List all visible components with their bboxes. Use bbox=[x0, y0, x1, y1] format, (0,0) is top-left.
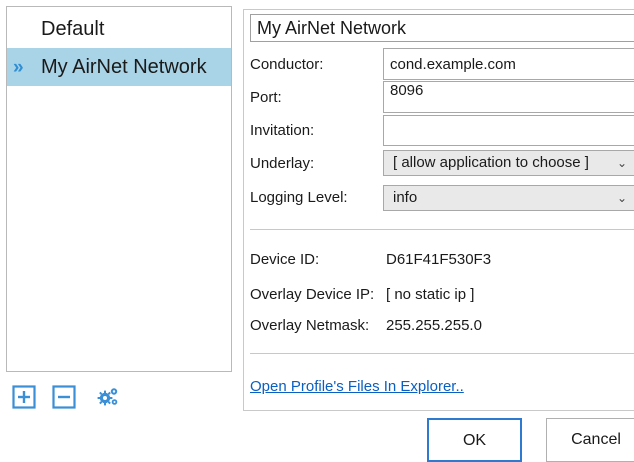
section-divider bbox=[250, 229, 634, 230]
underlay-selected-value: [ allow application to choose ] bbox=[393, 154, 589, 171]
remove-profile-button[interactable] bbox=[52, 385, 76, 409]
open-profile-files-link[interactable]: Open Profile's Files In Explorer.. bbox=[250, 378, 464, 395]
gears-icon bbox=[97, 388, 118, 406]
minus-box-icon bbox=[52, 385, 76, 409]
profile-item-my-airnet-network[interactable]: » My AirNet Network bbox=[7, 48, 231, 86]
cancel-button[interactable]: Cancel bbox=[546, 418, 634, 462]
conductor-input[interactable] bbox=[383, 48, 634, 80]
logging-level-label: Logging Level: bbox=[250, 189, 348, 206]
profile-settings-button[interactable] bbox=[96, 385, 120, 409]
underlay-label: Underlay: bbox=[250, 155, 315, 172]
overlay-netmask-label: Overlay Netmask: bbox=[250, 317, 370, 334]
device-id-value: D61F41F530F3 bbox=[386, 251, 492, 268]
conductor-label: Conductor: bbox=[250, 56, 324, 73]
port-input[interactable]: 8096 bbox=[383, 81, 634, 113]
invitation-label: Invitation: bbox=[250, 122, 315, 139]
profile-item-default[interactable]: Default bbox=[7, 10, 231, 48]
chevron-down-icon: ⌄ bbox=[616, 191, 627, 205]
underlay-select[interactable]: [ allow application to choose ] ⌄ bbox=[383, 150, 634, 176]
invitation-input[interactable] bbox=[383, 115, 634, 146]
profile-list[interactable]: Default » My AirNet Network bbox=[6, 6, 232, 372]
device-id-label: Device ID: bbox=[250, 251, 320, 268]
add-profile-button[interactable] bbox=[12, 385, 36, 409]
overlay-ip-label: Overlay Device IP: bbox=[250, 286, 375, 303]
profile-item-label: Default bbox=[41, 18, 105, 40]
section-divider bbox=[250, 353, 634, 354]
port-label: Port: bbox=[250, 89, 282, 106]
overlay-netmask-value: 255.255.255.0 bbox=[386, 317, 482, 334]
plus-box-icon bbox=[12, 385, 36, 409]
profile-name-input[interactable] bbox=[250, 14, 634, 42]
chevron-right-icon: » bbox=[13, 57, 24, 78]
chevron-down-icon: ⌄ bbox=[616, 156, 627, 170]
profile-item-label: My AirNet Network bbox=[41, 56, 207, 78]
logging-level-select[interactable]: info ⌄ bbox=[383, 185, 634, 211]
overlay-ip-value: [ no static ip ] bbox=[386, 286, 475, 303]
logging-level-selected-value: info bbox=[393, 189, 418, 206]
ok-button[interactable]: OK bbox=[427, 418, 522, 462]
